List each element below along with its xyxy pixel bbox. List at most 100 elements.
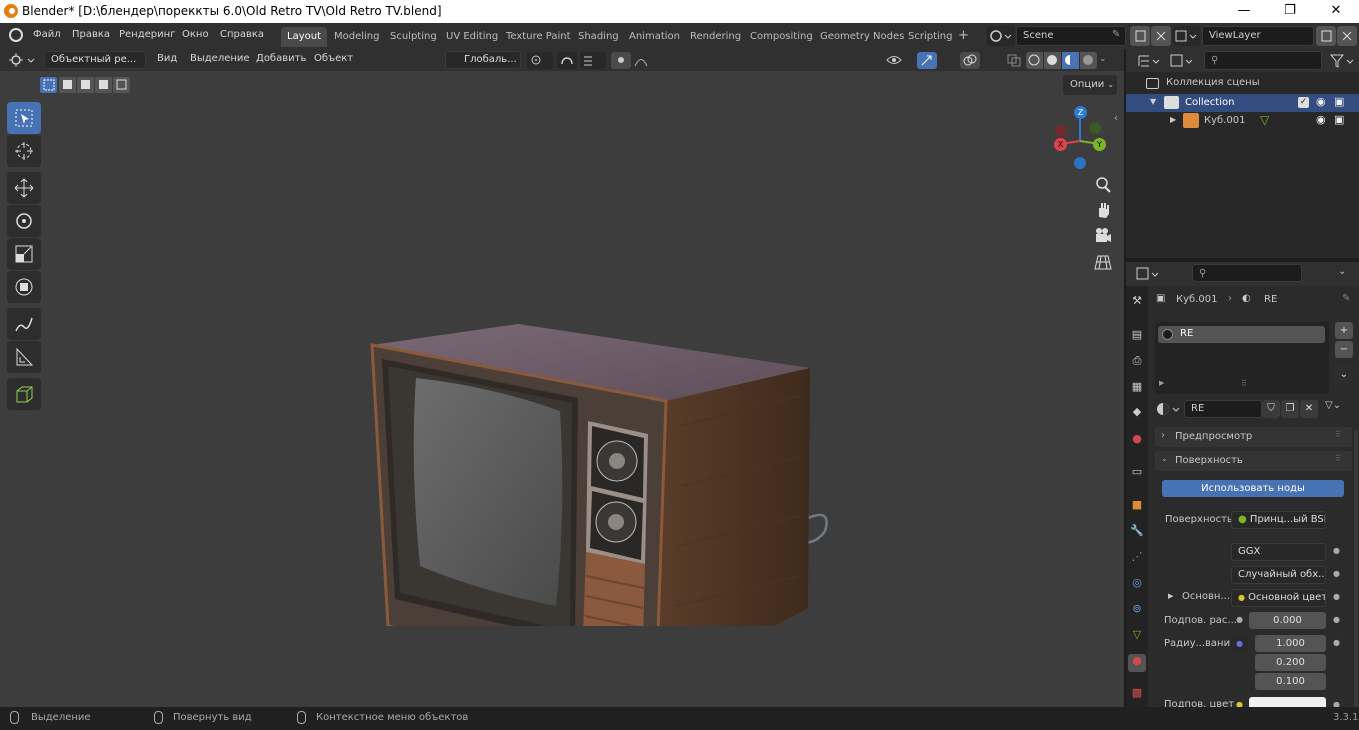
data-tab-icon[interactable]: ▽: [1128, 628, 1146, 646]
add-cube-tool[interactable]: [7, 378, 41, 410]
subsurface-color-swatch[interactable]: [1249, 697, 1326, 707]
move-tool[interactable]: [7, 172, 41, 204]
measure-tool[interactable]: [7, 341, 41, 373]
material-slot-item[interactable]: RE: [1158, 326, 1325, 343]
pivot-point-icon[interactable]: [527, 52, 553, 69]
gizmo-y-label[interactable]: Y: [1093, 138, 1106, 151]
scene-browse-icon[interactable]: [987, 26, 1015, 46]
collection-render-icon[interactable]: ▣: [1334, 95, 1344, 108]
material-tab-icon[interactable]: ●: [1128, 654, 1146, 672]
filter-icon[interactable]: [1328, 52, 1356, 70]
retro-tv-model[interactable]: [360, 246, 835, 692]
add-slot-button[interactable]: +: [1335, 322, 1353, 339]
menu-render[interactable]: Рендеринг: [119, 29, 175, 40]
transform-orientation-dropdown[interactable]: Глобаль...: [445, 51, 521, 69]
material-name-field[interactable]: RE: [1184, 400, 1262, 418]
menu-object[interactable]: Объект: [314, 53, 353, 64]
particles-tab-icon[interactable]: ⋰: [1128, 550, 1146, 568]
slot-expand-icon[interactable]: ▶: [1159, 379, 1164, 387]
snap-target-icon[interactable]: [580, 52, 606, 69]
surface-shader-dropdown[interactable]: ● Принц...ый BSDF: [1231, 511, 1326, 529]
object-expand-icon[interactable]: ▶: [1170, 115, 1176, 124]
collection-visibility-icon[interactable]: ◉: [1316, 95, 1326, 108]
new-scene-icon[interactable]: [1130, 26, 1150, 46]
delete-viewlayer-icon[interactable]: [1337, 26, 1357, 46]
tab-layout[interactable]: Layout: [281, 27, 327, 47]
world-tab-icon[interactable]: ●: [1128, 432, 1146, 450]
properties-editor-type-icon[interactable]: [1134, 265, 1162, 283]
tab-compositing[interactable]: Compositing: [744, 27, 819, 47]
visibility-icon[interactable]: [884, 52, 914, 69]
viewlayer-name-field[interactable]: ViewLayer: [1202, 26, 1314, 46]
mode-dropdown[interactable]: Объектный ре...: [44, 51, 146, 69]
menu-view[interactable]: Вид: [157, 53, 177, 64]
base-color-input[interactable]: ● Основной цвет: [1231, 589, 1326, 607]
tab-geometry-nodes[interactable]: Geometry Nodes: [814, 27, 910, 47]
select-box-tool[interactable]: [7, 102, 41, 134]
viewlayer-browse-icon[interactable]: [1172, 26, 1200, 46]
mesh-data-icon[interactable]: ▽: [1260, 113, 1269, 127]
modifiers-tab-icon[interactable]: 🔧: [1128, 524, 1146, 542]
menu-window[interactable]: Окно: [182, 29, 209, 40]
rotate-tool[interactable]: [7, 205, 41, 237]
rendered-shading-icon[interactable]: [1080, 52, 1097, 69]
sidebar-toggle-icon[interactable]: ‹: [1114, 113, 1118, 124]
physics-tab-icon[interactable]: ◎: [1128, 576, 1146, 594]
tab-scripting[interactable]: Scripting: [902, 27, 958, 47]
shading-options-icon[interactable]: ⌄: [1099, 54, 1107, 64]
camera-view-icon[interactable]: [1093, 226, 1113, 246]
properties-scrollbar[interactable]: [1354, 430, 1358, 710]
tab-uv-editing[interactable]: UV Editing: [440, 27, 504, 47]
pan-hand-icon[interactable]: [1093, 200, 1113, 220]
subsurface-method-dropdown[interactable]: Случайный обх...: [1231, 566, 1326, 584]
object-render-icon[interactable]: ▣: [1334, 113, 1344, 126]
scene-name-field[interactable]: Scene: [1016, 26, 1126, 46]
perspective-grid-icon[interactable]: [1093, 252, 1113, 272]
scene-tab-icon[interactable]: ◆: [1128, 405, 1146, 423]
texture-tab-icon[interactable]: ▩: [1128, 686, 1146, 704]
annotate-tool[interactable]: [7, 308, 41, 340]
material-link-icon[interactable]: ▽⌄: [1325, 400, 1353, 418]
object-visibility-icon[interactable]: ◉: [1316, 113, 1326, 126]
use-nodes-button[interactable]: Использовать ноды: [1162, 480, 1344, 497]
outliner-search-input[interactable]: ⚲: [1204, 51, 1322, 70]
output-tab-icon[interactable]: ⎙: [1128, 354, 1146, 372]
menu-file[interactable]: Файл: [33, 29, 61, 40]
radius-x-field[interactable]: 1.000: [1255, 635, 1326, 652]
menu-add[interactable]: Добавить: [256, 53, 306, 64]
surface-drag-handle[interactable]: ⠿: [1335, 454, 1341, 463]
object-tab-icon[interactable]: ■: [1128, 498, 1146, 516]
zoom-icon[interactable]: [1093, 175, 1113, 195]
properties-search-input[interactable]: ⚲: [1192, 264, 1302, 282]
distribution-dropdown[interactable]: GGX: [1231, 543, 1326, 561]
collection-tab-icon[interactable]: ▭: [1128, 465, 1146, 483]
radius-y-field[interactable]: 0.200: [1255, 654, 1326, 671]
slot-specials-button[interactable]: ⌄: [1335, 366, 1353, 383]
surface-panel-header[interactable]: ⌄ Поверхность ⠿: [1155, 451, 1352, 471]
viewport-options-button[interactable]: Опции ⌄: [1063, 75, 1117, 95]
collection-row[interactable]: ▼ Collection ✓ ◉ ▣: [1126, 94, 1359, 112]
tool-tab-icon[interactable]: ⚒: [1128, 294, 1146, 312]
tab-texture-paint[interactable]: Texture Paint: [500, 27, 577, 47]
material-preview-icon[interactable]: [1062, 52, 1079, 69]
outliner-editor-type-icon[interactable]: [1136, 52, 1162, 70]
blender-menu-icon[interactable]: [9, 28, 23, 42]
wireframe-shading-icon[interactable]: [1026, 52, 1043, 69]
fake-user-icon[interactable]: ⛉: [1262, 400, 1280, 418]
duplicate-material-icon[interactable]: ❐: [1281, 400, 1299, 418]
tab-animation[interactable]: Animation: [623, 27, 686, 47]
snap-icon[interactable]: [557, 52, 577, 69]
delete-scene-icon[interactable]: [1151, 26, 1171, 46]
solid-shading-icon[interactable]: [1044, 52, 1061, 69]
tab-shading[interactable]: Shading: [572, 27, 625, 47]
minimize-button[interactable]: —: [1221, 0, 1267, 23]
menu-select[interactable]: Выделение: [190, 53, 250, 64]
material-browse-icon[interactable]: [1155, 400, 1183, 418]
maximize-button[interactable]: ❐: [1267, 0, 1313, 23]
subsurface-value-field[interactable]: 0.000: [1249, 612, 1326, 629]
properties-options-icon[interactable]: ⌄: [1338, 266, 1346, 277]
add-workspace-icon[interactable]: +: [958, 28, 969, 43]
object-row[interactable]: ▶ Куб.001 ▽ ◉ ▣: [1126, 112, 1359, 130]
preview-panel-header[interactable]: › Предпросмотр ⠿: [1155, 427, 1352, 447]
transform-tool[interactable]: [7, 271, 41, 303]
